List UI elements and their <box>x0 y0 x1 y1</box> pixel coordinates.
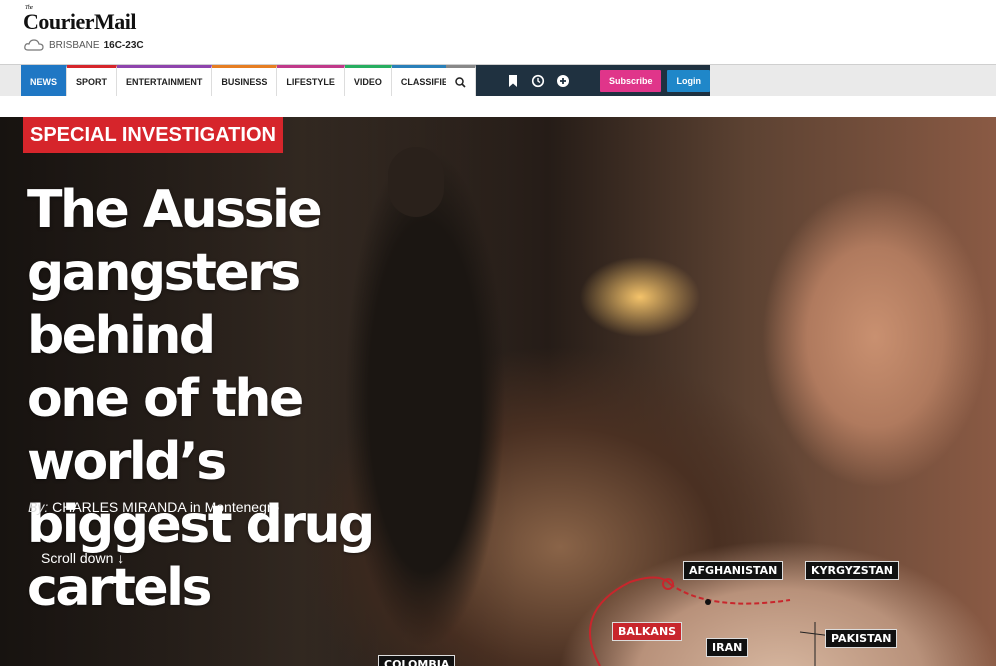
search-button[interactable] <box>446 65 476 96</box>
map-label: KYRGYZSTAN <box>805 561 899 580</box>
nav-item-business[interactable]: BUSINESS <box>212 65 278 96</box>
nav-item-news[interactable]: NEWS <box>21 65 67 96</box>
map-label: AFGHANISTAN <box>683 561 784 580</box>
bookmark-icon <box>509 74 518 87</box>
login-button[interactable]: Login <box>667 69 710 92</box>
search-icon <box>455 76 466 88</box>
map-label: COLOMBIA <box>378 655 456 666</box>
byline: By: CHARLES MIRANDA in Montenegro <box>28 499 280 515</box>
nav-bar: NEWS SPORT ENTERTAINMENT BUSINESS LIFESTYLE V… <box>0 64 996 96</box>
subscribe-button[interactable]: Subscribe <box>599 69 662 92</box>
cloud-sun-icon <box>23 38 45 52</box>
history-button[interactable] <box>526 65 551 96</box>
nav-item-entertainment[interactable]: ENTERTAINMENT <box>117 65 213 96</box>
map-label: PAKISTAN <box>825 629 898 648</box>
weather-temp: 16C-23C <box>103 39 144 51</box>
map-label: BALKANS <box>612 622 683 641</box>
map-label: IRAN <box>706 638 749 657</box>
account-toolbar: Subscribe Login <box>476 65 710 96</box>
add-button[interactable] <box>550 65 575 96</box>
site-logo[interactable]: The CourierMail <box>23 5 137 35</box>
section-tag[interactable]: SPECIAL INVESTIGATION <box>23 117 283 153</box>
weather-widget: BRISBANE 16C-23C <box>23 38 144 52</box>
scroll-down-link[interactable]: Scroll down ↓ <box>41 550 124 566</box>
hero-feature[interactable]: SPECIAL INVESTIGATION The Aussie gangste… <box>0 117 996 666</box>
nav-items: NEWS SPORT ENTERTAINMENT BUSINESS LIFESTYLE V… <box>21 65 471 96</box>
weather-city: BRISBANE <box>49 39 100 51</box>
plus-circle-icon <box>556 74 569 87</box>
masthead: The CourierMail BRISBANE 16C-23C <box>0 0 996 64</box>
bookmark-button[interactable] <box>501 65 526 96</box>
nav-item-lifestyle[interactable]: LIFESTYLE <box>277 65 345 96</box>
nav-item-sport[interactable]: SPORT <box>67 65 118 96</box>
nav-item-video[interactable]: VIDEO <box>344 65 392 96</box>
history-icon <box>531 74 545 87</box>
